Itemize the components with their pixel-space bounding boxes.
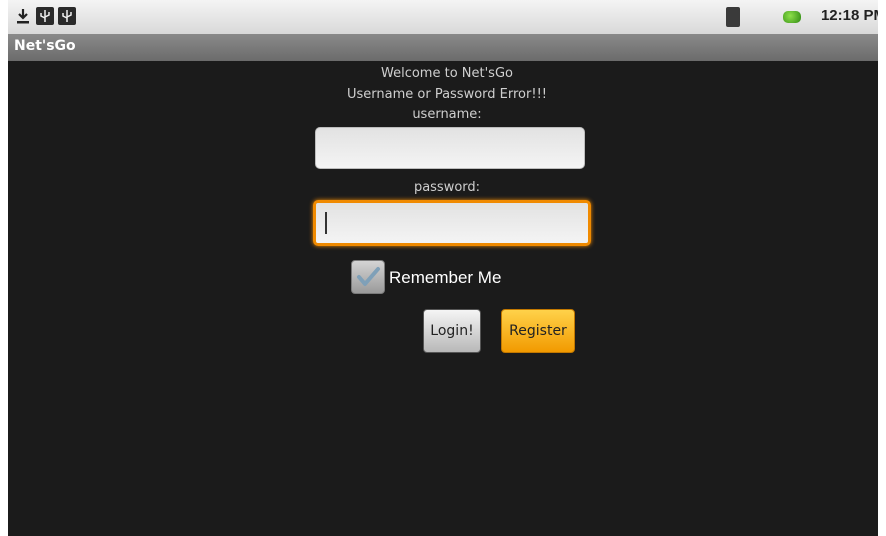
error-message: Username or Password Error!!! [346,87,547,102]
app-title: Net'sGo [14,38,76,54]
login-button[interactable]: Login! [423,309,481,353]
status-bar: 12:18 PM [8,0,886,34]
password-label: password: [413,180,481,195]
text-caret [325,212,327,234]
usb-icon [36,7,54,25]
check-icon [357,267,380,286]
username-label: username: [412,107,482,122]
remember-me-label: Remember Me [389,268,502,287]
download-icon [14,7,32,25]
welcome-text: Welcome to Net'sGo [381,66,513,81]
usb-icon [58,7,76,25]
phone-signal-icon [726,7,740,27]
app-title-bar: Net'sGo [8,34,886,61]
status-clock: 12:18 PM [820,7,886,24]
username-field[interactable] [315,127,585,169]
password-field[interactable] [313,200,591,246]
screen-margin [878,0,886,536]
battery-icon [783,11,801,23]
app-screen: 12:18 PM Net'sGo Welcome to Net'sGo User… [8,0,886,536]
register-button[interactable]: Register [501,309,575,353]
remember-me-checkbox[interactable] [351,260,385,294]
